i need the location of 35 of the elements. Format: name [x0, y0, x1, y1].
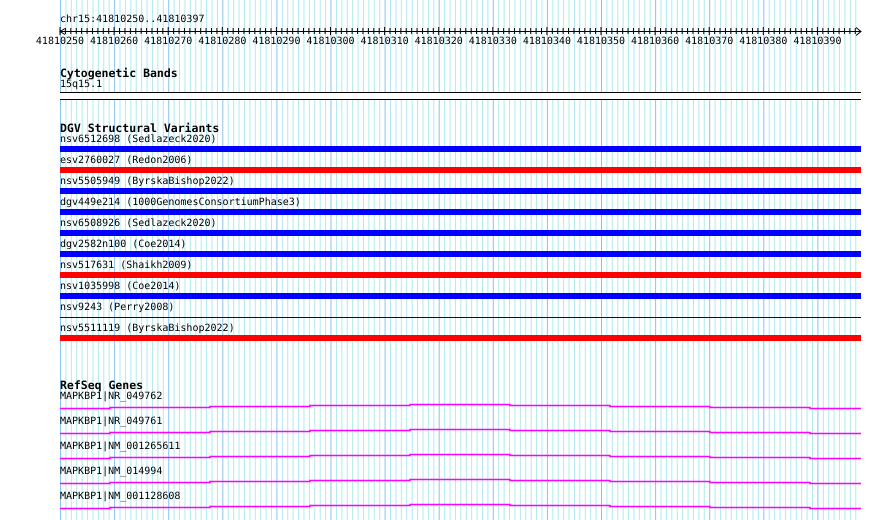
variant-label: nsv1035998 (Coe2014) — [60, 281, 180, 293]
variant-label: nsv9243 (Perry2008) — [60, 302, 174, 314]
track-title: RefSeq Genes — [60, 379, 144, 391]
gene-label: MAPKBP1|NR_049761 — [60, 416, 162, 428]
variant-label: dgv2582n100 (Coe2014) — [60, 239, 186, 251]
tick-label: 41810320 — [414, 36, 463, 47]
variant-label: nsv5511119 (ByrskaBishop2022) — [60, 323, 235, 335]
band-label: 15q15.1 — [60, 79, 102, 91]
tick-label: 41810380 — [739, 36, 788, 47]
tick-label: 41810340 — [522, 36, 571, 47]
tick-label: 41810250 — [36, 36, 84, 47]
gene-label: MAPKBP1|NM_001265611 — [60, 441, 180, 453]
variant-label: nsv6508926 (Sedlazeck2020) — [60, 218, 217, 230]
variant-label: esv2760027 (Redon2006) — [60, 155, 192, 167]
variant-label: nsv5505949 (ByrskaBishop2022) — [60, 176, 235, 188]
tick-label: 41810290 — [252, 36, 300, 47]
tick-label: 41810330 — [468, 36, 517, 47]
variant-label: nsv6512698 (Sedlazeck2020) — [60, 134, 217, 146]
track-title: DGV Structural Variants — [60, 122, 220, 134]
gene-label: MAPKBP1|NR_049762 — [60, 391, 162, 403]
tick-label: 41810310 — [360, 36, 409, 47]
gene-label: MAPKBP1|NM_014994 — [60, 466, 162, 478]
tick-label: 41810260 — [90, 36, 138, 47]
tick-label: 41810360 — [631, 36, 680, 47]
tick-label: 41810370 — [685, 36, 734, 47]
gene-label: MAPKBP1|NM_001128608 — [60, 491, 180, 503]
tick-label: 41810280 — [198, 36, 246, 47]
location-label: chr15:41810250..41810397 — [60, 14, 204, 26]
tick-label: 41810300 — [306, 36, 355, 47]
variant-label: dgv449e214 (1000GenomesConsortiumPhase3) — [60, 197, 301, 209]
variant-label: nsv517631 (Shaikh2009) — [60, 260, 192, 272]
tick-label: 41810270 — [144, 36, 192, 47]
track-title: Cytogenetic Bands — [60, 67, 178, 79]
tick-label: 41810390 — [793, 36, 842, 47]
tick-label: 41810350 — [576, 36, 626, 47]
